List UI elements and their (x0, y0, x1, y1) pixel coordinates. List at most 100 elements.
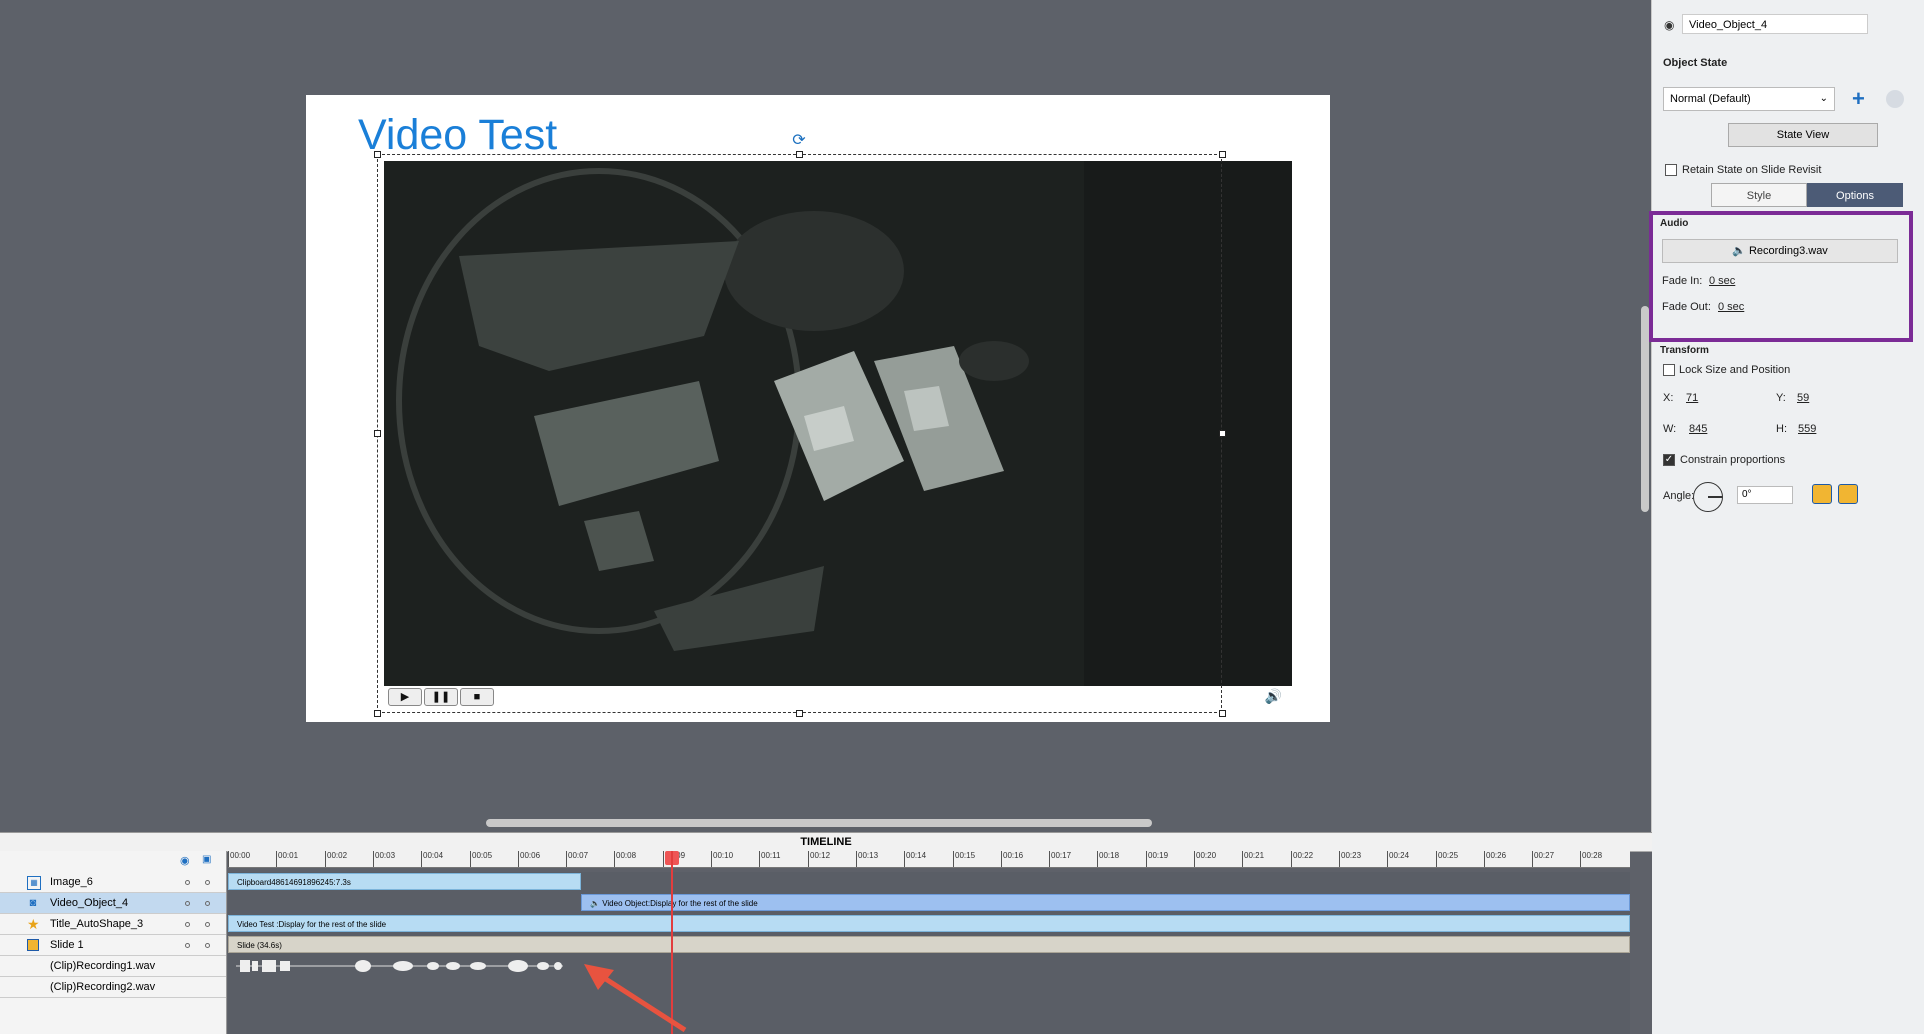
constrain-proportions-checkbox[interactable]: ✓ (1663, 454, 1675, 466)
layer-name: Video_Object_4 (50, 897, 129, 909)
fade-out-value[interactable]: 0 sec (1718, 301, 1744, 313)
ruler-tick-line (953, 851, 954, 867)
layer-name: (Clip)Recording1.wav (50, 960, 156, 972)
stage-area[interactable]: Video Test ▶ ❚❚ ■ 🔊 ⟳ (0, 0, 1636, 816)
video-object[interactable] (384, 161, 1292, 686)
timeline-layer-list: ◉ ▣ ▦ Image_6 ◙ Video_Object_4 ★ Title_A… (0, 851, 227, 1034)
resize-handle-n[interactable] (796, 151, 803, 158)
ruler-tick-label: 00:11 (761, 851, 781, 860)
ruler-tick-label: 00:07 (568, 851, 589, 860)
ruler-tick-line (421, 851, 422, 867)
visibility-dot[interactable] (185, 880, 190, 885)
ruler-tick-label: 00:08 (616, 851, 637, 860)
annotation-arrow-icon (584, 964, 687, 1032)
ruler-tick-label: 00:00 (230, 851, 251, 860)
ruler-tick-line (1291, 851, 1292, 867)
ruler-tick-label: 00:27 (1534, 851, 1555, 860)
ruler-tick-line (1242, 851, 1243, 867)
image-timeline-bar[interactable]: Clipboard48614691896245:7.3s (228, 873, 581, 890)
slide-timeline-bar[interactable]: Slide (34.6s) (228, 936, 1630, 953)
ruler-tick-label: 00:13 (858, 851, 879, 860)
timeline-title: TIMELINE (0, 832, 1652, 852)
resize-handle-nw[interactable] (374, 151, 381, 158)
w-value[interactable]: 845 (1689, 423, 1707, 435)
ruler-tick-label: 00:23 (1341, 851, 1362, 860)
ruler-tick-label: 00:15 (955, 851, 976, 860)
ruler-tick-label: 00:21 (1244, 851, 1265, 860)
stage-vertical-scrollbar[interactable] (1641, 306, 1649, 512)
resize-handle-se[interactable] (1219, 710, 1226, 717)
pause-icon[interactable]: ❚❚ (424, 688, 458, 706)
angle-dial[interactable] (1693, 482, 1723, 512)
timeline-layer[interactable]: (Clip)Recording1.wav (0, 956, 226, 977)
ruler-tick-line (276, 851, 277, 867)
ruler-tick-line (470, 851, 471, 867)
resize-handle-w[interactable] (374, 430, 381, 437)
lock-dot[interactable] (205, 901, 210, 906)
ruler-tick-line (566, 851, 567, 867)
flip-horizontal-icon[interactable] (1812, 484, 1832, 504)
ruler-tick-line (1049, 851, 1050, 867)
ruler-tick-label: 00:02 (327, 851, 348, 860)
slide-canvas[interactable]: Video Test ▶ ❚❚ ■ 🔊 ⟳ (306, 95, 1330, 722)
slide-title[interactable]: Video Test (358, 111, 557, 160)
show-all-eye-icon[interactable]: ◉ (180, 854, 190, 867)
lock-dot[interactable] (205, 880, 210, 885)
object-state-select[interactable]: Normal (Default) ⌄ (1663, 87, 1835, 111)
lock-dot[interactable] (205, 943, 210, 948)
tab-options[interactable]: Options (1807, 183, 1903, 207)
state-options-icon[interactable] (1886, 90, 1904, 108)
resize-handle-ne[interactable] (1219, 151, 1226, 158)
timeline-panel: TIMELINE ◉ ▣ ▦ Image_6 ◙ Video_Object_4 … (0, 832, 1652, 1034)
y-value[interactable]: 59 (1797, 392, 1809, 404)
speaker-icon: 🔈 (1732, 245, 1749, 257)
lock-all-icon[interactable]: ▣ (202, 854, 211, 865)
video-timeline-bar[interactable]: 🔈 Video Object:Display for the rest of t… (581, 894, 1630, 911)
visibility-dot[interactable] (185, 901, 190, 906)
recording1-waveform[interactable] (228, 957, 568, 976)
timeline-layer[interactable]: ◙ Video_Object_4 (0, 893, 226, 914)
ruler-tick-line (1194, 851, 1195, 867)
timeline-layer[interactable]: Slide 1 (0, 935, 226, 956)
flip-vertical-icon[interactable] (1838, 484, 1858, 504)
state-view-button[interactable]: State View (1728, 123, 1878, 147)
timeline-layer[interactable]: ★ Title_AutoShape_3 (0, 914, 226, 935)
h-value[interactable]: 559 (1798, 423, 1816, 435)
ruler-tick-line (518, 851, 519, 867)
eye-icon[interactable]: ◉ (1664, 18, 1674, 32)
visibility-dot[interactable] (185, 943, 190, 948)
rotate-handle-icon[interactable]: ⟳ (790, 132, 808, 150)
title-timeline-bar[interactable]: Video Test :Display for the rest of the … (228, 915, 1630, 932)
object-name-field[interactable]: Video_Object_4 (1682, 14, 1868, 34)
fade-out-label: Fade Out: (1662, 301, 1711, 313)
x-value[interactable]: 71 (1686, 392, 1698, 404)
audio-file-button[interactable]: 🔈 Recording3.wav (1662, 239, 1898, 263)
add-state-icon[interactable]: + (1852, 88, 1865, 110)
lock-dot[interactable] (205, 922, 210, 927)
layer-name: Image_6 (50, 876, 93, 888)
ruler-tick-line (904, 851, 905, 867)
timeline-layer[interactable]: (Clip)Recording2.wav (0, 977, 226, 998)
play-icon[interactable]: ▶ (388, 688, 422, 706)
resize-handle-sw[interactable] (374, 710, 381, 717)
timeline-layer[interactable]: ▦ Image_6 (0, 872, 226, 893)
ruler-tick-line (808, 851, 809, 867)
fade-in-value[interactable]: 0 sec (1709, 275, 1735, 287)
tab-style[interactable]: Style (1711, 183, 1807, 207)
h-label: H: (1776, 423, 1787, 435)
timeline-ruler[interactable]: 00:00 00:01 00:02 00:03 00:04 00:05 00:06 00:07… (228, 851, 1630, 868)
lock-size-label: Lock Size and Position (1679, 364, 1791, 376)
retain-state-checkbox[interactable] (1665, 164, 1677, 176)
stage-horizontal-scrollbar[interactable] (486, 819, 1152, 827)
resize-handle-s[interactable] (796, 710, 803, 717)
ruler-tick-line (1532, 851, 1533, 867)
stop-icon[interactable]: ■ (460, 688, 494, 706)
ruler-tick-line (228, 851, 229, 867)
angle-input[interactable]: 0° (1737, 486, 1793, 504)
slide-icon (27, 939, 39, 951)
visibility-dot[interactable] (185, 922, 190, 927)
lock-size-checkbox[interactable] (1663, 364, 1675, 376)
ruler-tick-label: 00:16 (1003, 851, 1024, 860)
volume-icon[interactable]: 🔊 (1265, 688, 1282, 705)
resize-handle-e[interactable] (1219, 430, 1226, 437)
